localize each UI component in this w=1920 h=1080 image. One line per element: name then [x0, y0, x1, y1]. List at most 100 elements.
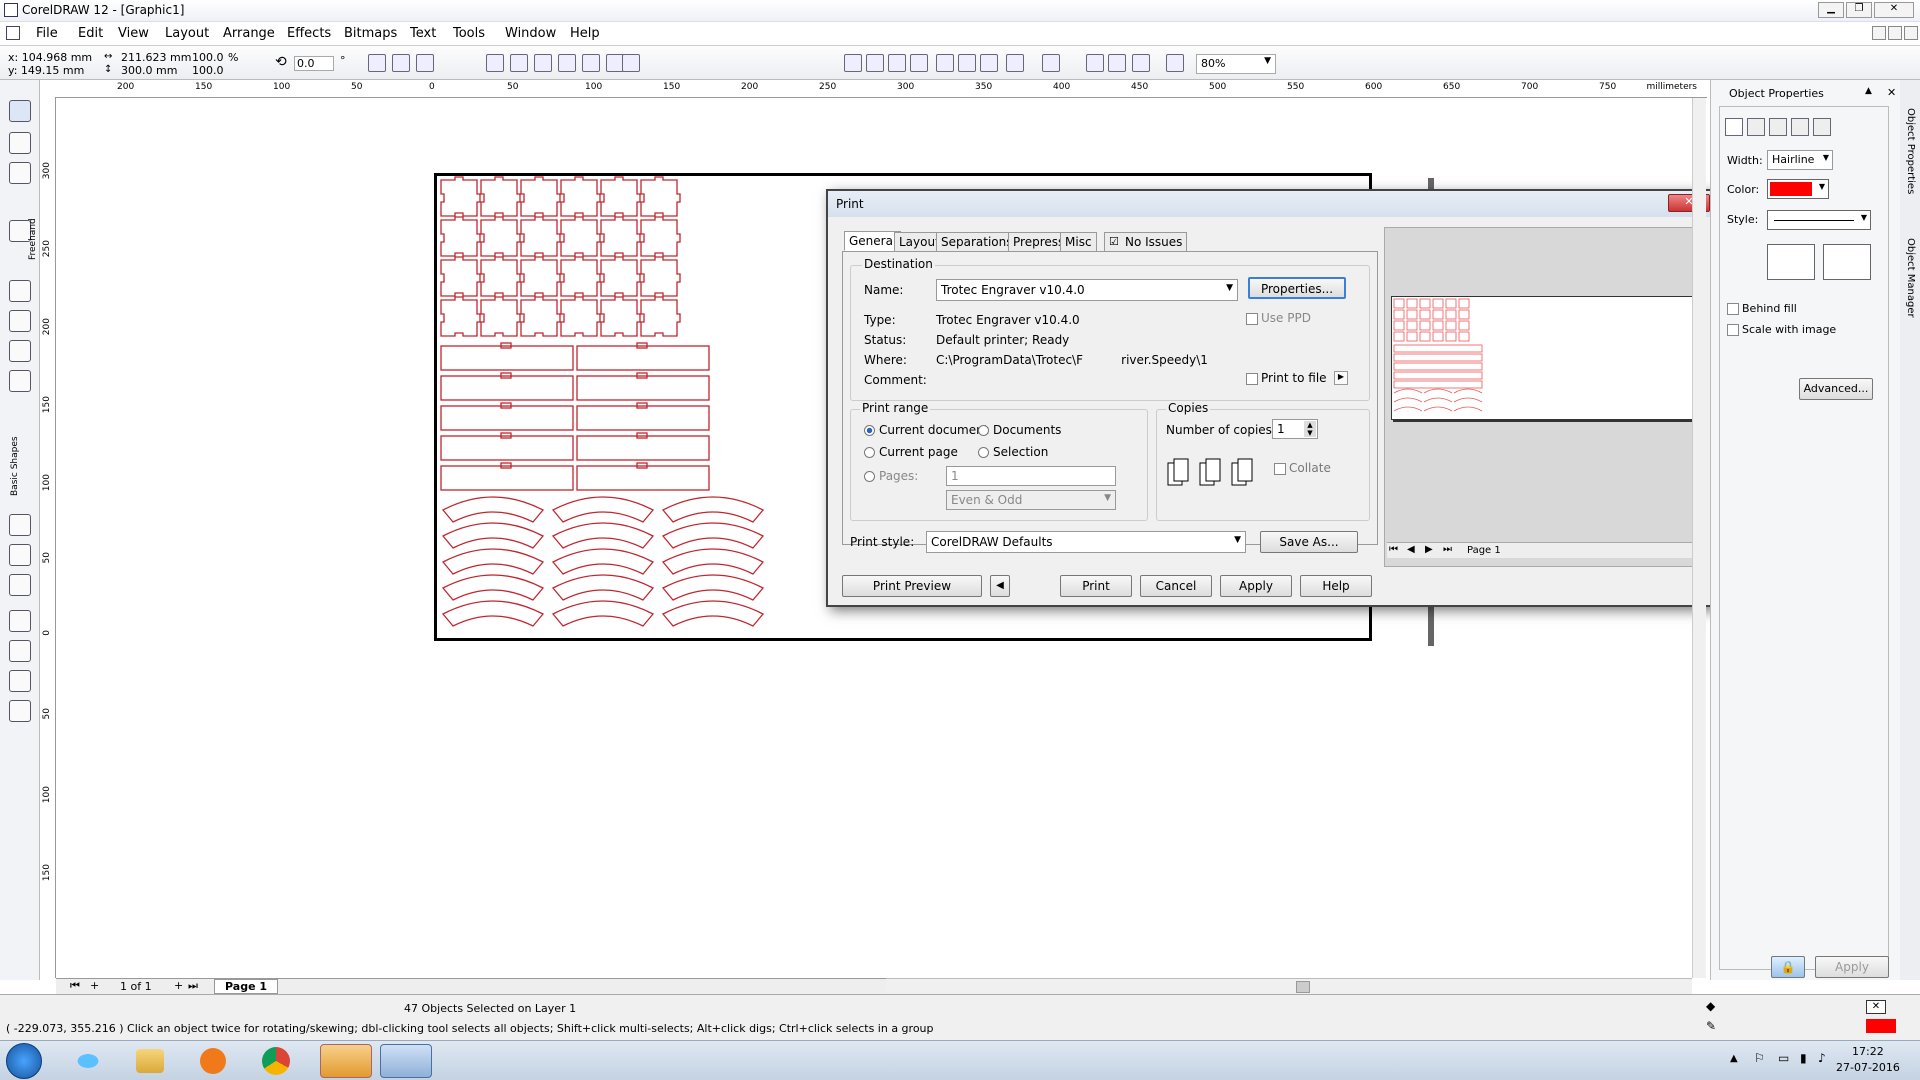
- print-preview-button[interactable]: Print Preview: [842, 575, 982, 597]
- copies-input[interactable]: 1 ▲ ▼: [1272, 419, 1318, 439]
- chrome-icon[interactable]: [262, 1047, 290, 1075]
- puzzle-piece[interactable]: [520, 176, 561, 217]
- last-page-button[interactable]: ⏭: [188, 979, 198, 993]
- puzzle-piece[interactable]: [640, 256, 681, 297]
- preview-puzzle[interactable]: [1458, 298, 1470, 309]
- application-launcher-icon[interactable]: [1132, 54, 1150, 72]
- doc-close-button[interactable]: [1904, 26, 1918, 40]
- docker-close-icon[interactable]: ✕: [1887, 86, 1896, 99]
- docker-apply-button[interactable]: Apply: [1815, 956, 1889, 978]
- arc-piece[interactable]: [441, 600, 545, 627]
- ungroup-icon[interactable]: [416, 54, 434, 72]
- puzzle-piece[interactable]: [640, 176, 681, 217]
- paste-icon[interactable]: [980, 54, 998, 72]
- puzzle-piece[interactable]: [480, 216, 521, 257]
- intersect-icon[interactable]: [534, 54, 552, 72]
- documents-radio[interactable]: Documents: [978, 423, 1061, 437]
- puzzle-piece[interactable]: [640, 216, 681, 257]
- end-arrow-select[interactable]: [1823, 244, 1871, 280]
- file-explorer-icon[interactable]: [136, 1049, 164, 1073]
- puzzle-piece[interactable]: [440, 256, 481, 297]
- puzzle-piece[interactable]: [560, 176, 601, 217]
- interactive-fill-tool-icon[interactable]: [9, 700, 31, 722]
- preview-puzzle[interactable]: [1445, 298, 1457, 309]
- box-panel[interactable]: [576, 345, 710, 371]
- menu-view[interactable]: View: [118, 26, 149, 41]
- clock-date[interactable]: 27-07-2016: [1836, 1061, 1900, 1074]
- redo-icon[interactable]: [1042, 54, 1060, 72]
- preview-puzzle[interactable]: [1419, 309, 1431, 320]
- print-button[interactable]: Print: [1060, 575, 1132, 597]
- internet-tab-icon[interactable]: [1791, 118, 1809, 136]
- preview-puzzle[interactable]: [1419, 298, 1431, 309]
- general-tab-icon[interactable]: [1769, 118, 1787, 136]
- puzzle-piece[interactable]: [440, 216, 481, 257]
- printer-name-select[interactable]: Trotec Engraver v10.4.0 ▼: [936, 279, 1238, 301]
- preview-puzzle[interactable]: [1458, 320, 1470, 331]
- puzzle-piece[interactable]: [560, 216, 601, 257]
- preview-puzzle[interactable]: [1432, 309, 1444, 320]
- zoom-tool-icon[interactable]: [9, 162, 31, 184]
- action-center-icon[interactable]: ⚐: [1754, 1051, 1765, 1065]
- even-odd-select[interactable]: Even & Odd ▼: [946, 490, 1116, 510]
- arc-piece[interactable]: [551, 496, 655, 523]
- arc-piece[interactable]: [441, 574, 545, 601]
- next-page-icon[interactable]: ▶: [1425, 544, 1433, 555]
- cancel-button[interactable]: Cancel: [1140, 575, 1212, 597]
- box-panel[interactable]: [440, 405, 574, 431]
- volume-icon[interactable]: ♪: [1818, 1051, 1826, 1065]
- docker-collapse-icon[interactable]: ▲: [1865, 86, 1872, 96]
- puzzle-piece[interactable]: [520, 256, 561, 297]
- basic-shapes-tool-icon[interactable]: [9, 514, 31, 536]
- preview-arc[interactable]: [1393, 397, 1423, 403]
- preview-puzzle[interactable]: [1458, 331, 1470, 342]
- minimize-button[interactable]: ▁: [1818, 2, 1844, 18]
- collate-checkbox[interactable]: Collate: [1274, 461, 1331, 475]
- box-panel[interactable]: [576, 435, 710, 461]
- power-icon[interactable]: ▮: [1800, 1051, 1807, 1065]
- first-page-button[interactable]: ⏮: [70, 979, 80, 993]
- scroll-thumb[interactable]: [1296, 981, 1310, 993]
- box-panel[interactable]: [440, 345, 574, 371]
- ellipse-tool-icon[interactable]: [9, 340, 31, 362]
- menu-bitmaps[interactable]: Bitmaps: [344, 26, 397, 41]
- object-manager-tab[interactable]: Object Manager: [1905, 238, 1916, 318]
- behind-fill-checkbox[interactable]: Behind fill: [1727, 302, 1797, 315]
- puzzle-piece[interactable]: [600, 216, 641, 257]
- properties-button[interactable]: Properties...: [1248, 277, 1346, 299]
- first-page-icon[interactable]: ⏮: [1389, 544, 1398, 555]
- preview-box[interactable]: [1393, 380, 1483, 389]
- menu-effects[interactable]: Effects: [287, 26, 331, 41]
- preview-box[interactable]: [1393, 344, 1483, 353]
- print-icon[interactable]: [910, 54, 928, 72]
- puzzle-piece[interactable]: [560, 256, 601, 297]
- outline-style-select[interactable]: ▼: [1767, 210, 1871, 230]
- apply-button[interactable]: Apply: [1220, 575, 1292, 597]
- prev-page-icon[interactable]: ◀: [1407, 544, 1415, 555]
- tab-misc[interactable]: Misc: [1060, 232, 1097, 252]
- open-icon[interactable]: [866, 54, 884, 72]
- preview-puzzle[interactable]: [1393, 309, 1405, 320]
- preview-arc[interactable]: [1423, 397, 1453, 403]
- trim-icon[interactable]: [510, 54, 528, 72]
- preview-arc[interactable]: [1393, 388, 1423, 394]
- preview-arc[interactable]: [1423, 406, 1453, 412]
- preview-puzzle[interactable]: [1445, 309, 1457, 320]
- start-button[interactable]: [6, 1043, 42, 1079]
- preview-box[interactable]: [1393, 371, 1483, 380]
- current-page-radio[interactable]: Current page: [864, 445, 958, 459]
- arc-piece[interactable]: [441, 496, 545, 523]
- arc-piece[interactable]: [441, 522, 545, 549]
- add-page-button[interactable]: +: [90, 979, 99, 992]
- object-properties-tab[interactable]: Object Properties: [1905, 108, 1916, 194]
- scale-x[interactable]: 100.0: [192, 51, 224, 64]
- preview-collapse-button[interactable]: ◀: [990, 575, 1010, 597]
- doc-restore-button[interactable]: [1888, 26, 1902, 40]
- clock-time[interactable]: 17:22: [1852, 1045, 1884, 1058]
- pages-radio[interactable]: Pages:: [864, 469, 918, 483]
- smart-fill-tool-icon[interactable]: [9, 280, 31, 302]
- arc-piece[interactable]: [661, 548, 765, 575]
- preview-page-nav[interactable]: ⏮ ◀ ▶ ⏭ Page 1 ▼: [1387, 542, 1703, 558]
- preview-puzzle[interactable]: [1432, 320, 1444, 331]
- box-panel[interactable]: [440, 435, 574, 461]
